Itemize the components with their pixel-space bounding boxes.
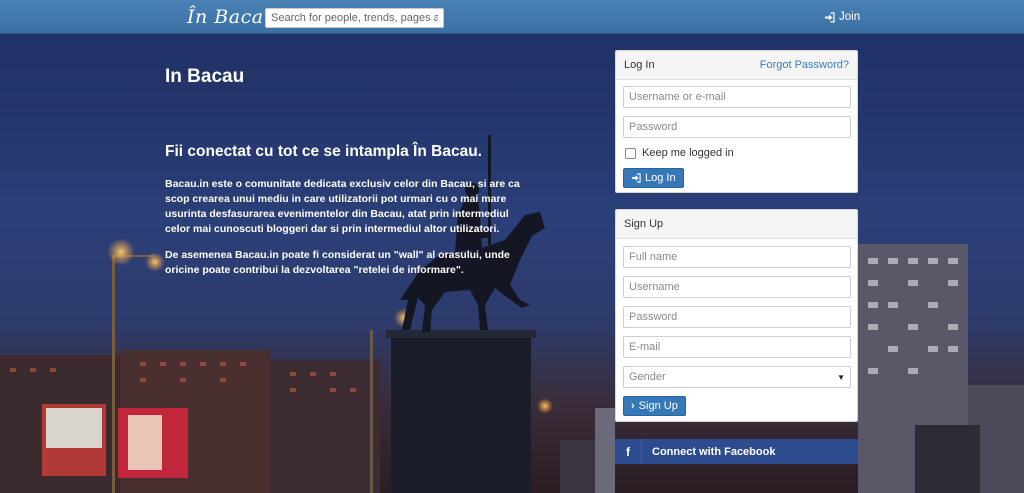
search-input[interactable] [265, 8, 444, 28]
site-logo[interactable]: În Bacau [187, 6, 276, 28]
facebook-icon: f [615, 439, 642, 464]
login-heading: Log In [624, 59, 655, 71]
facebook-connect-button[interactable]: f Connect with Facebook [615, 439, 858, 464]
sign-in-icon [825, 11, 835, 23]
login-button[interactable]: Log In [623, 168, 684, 188]
login-button-label: Log In [645, 172, 676, 184]
login-panel-header: Log In Forgot Password? [616, 51, 857, 80]
signup-button-label: Sign Up [638, 400, 678, 412]
join-link[interactable]: Join [824, 11, 860, 23]
top-navbar: În Bacau Join [0, 0, 1024, 34]
username-email-field[interactable] [623, 86, 851, 108]
hero-paragraph: Bacau.in este o comunitate dedicata excl… [165, 178, 520, 235]
chevron-right-icon: › [631, 400, 635, 412]
password-field[interactable] [623, 116, 851, 138]
signup-panel: Sign Up Gender ▼ › Sign Up [615, 209, 858, 422]
chevron-down-icon: ▼ [837, 372, 845, 382]
login-panel: Log In Forgot Password? Keep me logged i… [615, 50, 858, 193]
signup-password-field[interactable] [623, 306, 851, 328]
gender-selected-value: Gender [629, 371, 666, 383]
gender-select[interactable]: Gender ▼ [623, 366, 851, 388]
signup-button[interactable]: › Sign Up [623, 396, 686, 416]
hero-title: In Bacau [165, 66, 245, 87]
sign-in-icon [631, 173, 641, 183]
facebook-connect-label: Connect with Facebook [652, 445, 776, 458]
background-photo [0, 0, 1024, 493]
remember-checkbox[interactable] [625, 147, 636, 159]
signup-username-field[interactable] [623, 276, 851, 298]
hero-subtitle: Fii conectat cu tot ce se intampla În Ba… [165, 143, 482, 160]
full-name-field[interactable] [623, 246, 851, 268]
remember-me[interactable]: Keep me logged in [625, 147, 734, 159]
signup-panel-header: Sign Up [616, 210, 857, 239]
forgot-password-link[interactable]: Forgot Password? [760, 59, 849, 71]
signup-heading: Sign Up [624, 218, 664, 230]
email-field[interactable] [623, 336, 851, 358]
city-night-scene [0, 135, 1024, 493]
remember-label: Keep me logged in [642, 147, 734, 159]
hero-paragraph: De asemenea Bacau.in poate fi considerat… [165, 249, 510, 276]
join-label: Join [839, 11, 861, 23]
